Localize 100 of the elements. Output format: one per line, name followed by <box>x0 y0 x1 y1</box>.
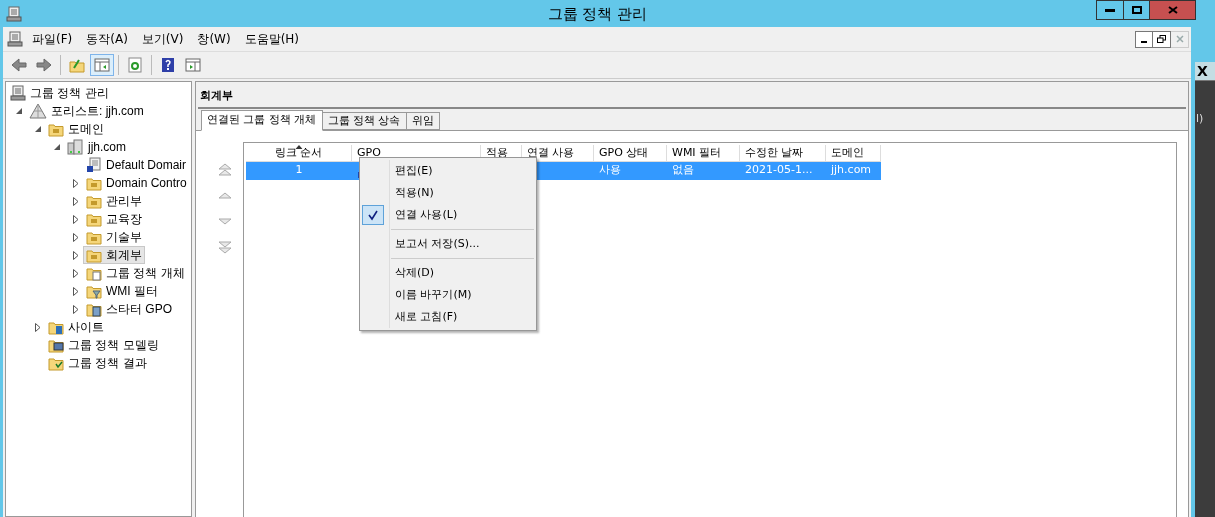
tree-item[interactable]: 사이트 <box>45 318 107 336</box>
tree-item[interactable]: 관리부 <box>83 192 145 210</box>
folder-icon <box>48 121 64 137</box>
tree-item-label: WMI 필터 <box>106 283 158 300</box>
column-header[interactable]: 링크 순서 <box>246 144 352 162</box>
table-cell: 1 <box>295 162 303 179</box>
tab[interactable]: 위임 <box>406 111 440 130</box>
refresh-icon <box>127 57 143 73</box>
tab[interactable]: 연결된 그룹 정책 개체 <box>201 109 323 131</box>
tree-item[interactable]: 도메인 <box>45 120 107 138</box>
menu-item[interactable]: 새로 고침(F) <box>360 306 536 328</box>
collapsed-arrow-icon[interactable] <box>73 232 79 242</box>
collapsed-arrow-icon[interactable] <box>73 196 79 206</box>
menu-item[interactable]: 연결 사용(L) <box>360 204 536 226</box>
menu-item[interactable]: 이름 바꾸기(M) <box>360 284 536 306</box>
folder-icon <box>86 283 102 299</box>
column-header[interactable]: GPO 상태 <box>594 144 667 162</box>
collapsed-arrow-icon[interactable] <box>73 214 79 224</box>
panel-title: 회계부 <box>199 89 233 102</box>
tree-item[interactable]: 회계부 <box>83 246 145 264</box>
expanded-arrow-icon[interactable] <box>53 143 61 151</box>
close-button[interactable]: X <box>1195 62 1215 81</box>
menu-item[interactable]: 편집(E) <box>360 160 536 182</box>
pane-icon <box>94 57 110 73</box>
folder-icon <box>48 355 64 371</box>
server-icon <box>67 139 84 155</box>
folder-icon <box>86 247 102 263</box>
close-icon <box>1167 6 1178 14</box>
tree-item-label: 포리스트: jjh.com <box>51 103 144 120</box>
maximize-button[interactable] <box>1124 0 1150 20</box>
menu-item[interactable]: 보고서 저장(S)... <box>360 233 536 255</box>
collapsed-arrow-icon[interactable] <box>73 268 79 278</box>
folder-icon <box>48 337 64 353</box>
folder-up-icon <box>69 57 85 73</box>
tree-item[interactable]: 포리스트: jjh.com <box>26 102 147 120</box>
menu-item[interactable]: 창(W) <box>192 30 236 48</box>
collapsed-arrow-icon[interactable] <box>73 250 79 260</box>
forward-arrow-icon <box>36 57 52 73</box>
collapsed-arrow-icon[interactable] <box>73 304 79 314</box>
tree-item[interactable]: Default Domair <box>83 156 190 174</box>
back-arrow-icon <box>11 57 27 73</box>
help-icon <box>160 57 176 73</box>
tree-item[interactable]: 그룹 정책 모델링 <box>45 336 162 354</box>
menu-item[interactable]: 동작(A) <box>81 30 133 48</box>
folder-icon <box>86 265 102 281</box>
tree-item-label: 그룹 정책 결과 <box>68 355 147 372</box>
tree-item-label: Domain Contro <box>106 175 187 192</box>
tree-item-label: 스타터 GPO <box>106 301 172 318</box>
folder-icon <box>86 175 102 191</box>
restore-button[interactable] <box>1153 30 1171 48</box>
tree-item-label: 그룹 정책 개체 <box>106 265 185 282</box>
collapsed-arrow-icon[interactable] <box>35 322 41 332</box>
column-header[interactable]: WMI 필터 <box>667 144 740 162</box>
tree-item[interactable]: 교육장 <box>83 210 145 228</box>
window-title: 그룹 정책 관리 <box>547 4 648 25</box>
table-cell: 없음 <box>672 162 694 179</box>
minimize-icon <box>1105 8 1115 12</box>
table-cell: 사용 <box>599 162 621 179</box>
tree-item-label: 관리부 <box>106 193 142 210</box>
menu-item[interactable]: 파일(F) <box>27 30 78 48</box>
table-cell: jjh.com <box>831 162 872 179</box>
expanded-arrow-icon[interactable] <box>34 125 42 133</box>
tree-item-label: 사이트 <box>68 319 104 336</box>
tree-item[interactable]: Domain Contro <box>83 174 190 192</box>
menu-item[interactable]: 보기(V) <box>136 30 189 48</box>
pane-icon <box>185 57 201 73</box>
tree-item-label: 교육장 <box>106 211 142 228</box>
minimize-icon <box>1141 40 1147 43</box>
tree-item[interactable]: 그룹 정책 관리 <box>7 84 112 102</box>
toolbar-button[interactable] <box>90 54 114 76</box>
column-header[interactable]: 도메인 <box>826 144 881 162</box>
close-button[interactable] <box>1150 0 1196 20</box>
minimize-button[interactable] <box>1096 0 1124 20</box>
tree-item[interactable]: WMI 필터 <box>83 282 161 300</box>
minimize-button[interactable] <box>1135 30 1153 48</box>
folder-icon <box>86 229 102 245</box>
tree-item-label: 기술부 <box>106 229 142 246</box>
menu-item[interactable]: 도움말(H) <box>239 30 305 48</box>
tree-item[interactable]: 스타터 GPO <box>83 300 175 318</box>
window-text: l) <box>1196 111 1205 127</box>
column-header[interactable]: 수정한 날짜 <box>740 144 826 162</box>
expanded-arrow-icon[interactable] <box>15 107 23 115</box>
folder-icon <box>86 211 102 227</box>
menu-item[interactable]: 삭제(D) <box>360 262 536 284</box>
close-icon <box>1175 35 1184 43</box>
menu-item[interactable]: 적용(N) <box>360 182 536 204</box>
restore-icon <box>1157 35 1166 43</box>
tree-item[interactable]: jjh.com <box>64 138 129 156</box>
tree-item-label: jjh.com <box>88 139 126 156</box>
tree-item-label: 도메인 <box>68 121 104 138</box>
tree-item-label: 그룹 정책 관리 <box>30 85 109 102</box>
collapsed-arrow-icon[interactable] <box>73 178 79 188</box>
table-cell: 2021-05-1... <box>745 162 813 179</box>
tab[interactable]: 그룹 정책 상속 <box>322 111 407 130</box>
sort-arrow-icon <box>295 144 302 149</box>
collapsed-arrow-icon[interactable] <box>73 286 79 296</box>
tree-item[interactable]: 그룹 정책 결과 <box>45 354 150 372</box>
tree-item[interactable]: 기술부 <box>83 228 145 246</box>
tree-item[interactable]: 그룹 정책 개체 <box>83 264 188 282</box>
folder-icon <box>86 193 102 209</box>
